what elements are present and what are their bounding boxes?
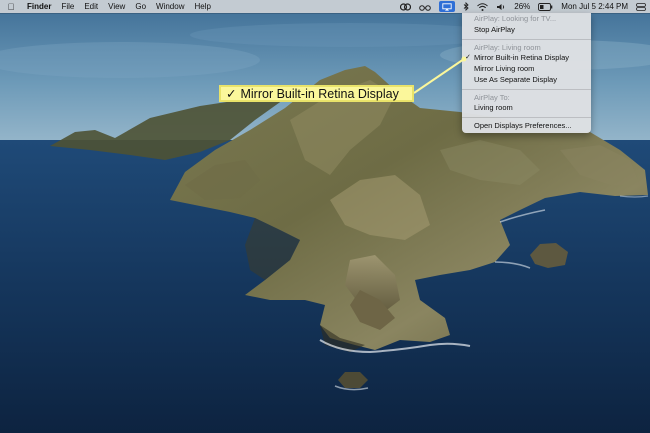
living-room-item[interactable]: Living room [474,103,513,113]
menu-go[interactable]: Go [130,0,151,13]
airplay-menu: AirPlay: Looking for TV... Stop AirPlay … [462,13,591,133]
menu-separator [462,89,591,90]
bluetooth-icon[interactable] [463,2,469,11]
control-center-icon[interactable] [636,2,646,11]
wifi-icon[interactable] [477,2,489,11]
callout-text: Mirror Built-in Retina Display [240,86,399,101]
airplay-to-header: AirPlay To: [474,93,510,102]
menu-file[interactable]: File [56,0,79,13]
menu-window[interactable]: Window [151,0,189,13]
menu-edit[interactable]: Edit [79,0,103,13]
mirror-callout-label: ✓ Mirror Built-in Retina Display [219,85,414,102]
open-displays-preferences-item[interactable]: Open Displays Preferences... [474,121,572,131]
mirror-living-room-item[interactable]: Mirror Living room [474,64,534,74]
menu-separator [462,117,591,118]
creative-cloud-icon[interactable] [400,2,412,11]
glasses-icon[interactable] [419,3,432,11]
battery-icon[interactable] [538,2,553,11]
menu-separator [462,39,591,40]
menu-bar:  Finder File Edit View Go Window Help 2… [0,0,650,13]
checkmark-icon: ✓ [465,54,471,61]
airplay-status-header: AirPlay: Looking for TV... [474,14,557,23]
clock[interactable]: Mon Jul 5 2:44 PM [561,0,628,13]
menu-finder[interactable]: Finder [22,0,56,13]
volume-icon[interactable] [496,3,506,11]
status-area: 26% Mon Jul 5 2:44 PM [396,0,650,13]
battery-percent: 26% [514,2,531,11]
menu-help[interactable]: Help [189,0,215,13]
menu-view[interactable]: View [103,0,130,13]
callout-checkmark-icon: ✓ [226,87,237,101]
stop-airplay-item[interactable]: Stop AirPlay [474,25,515,35]
mirror-built-in-item[interactable]: Mirror Built-in Retina Display [474,53,569,63]
airplay-display-icon[interactable] [439,1,456,12]
apple-icon[interactable]:  [0,2,22,12]
airplay-living-room-header: AirPlay: Living room [474,43,541,52]
use-as-separate-display-item[interactable]: Use As Separate Display [474,75,557,85]
